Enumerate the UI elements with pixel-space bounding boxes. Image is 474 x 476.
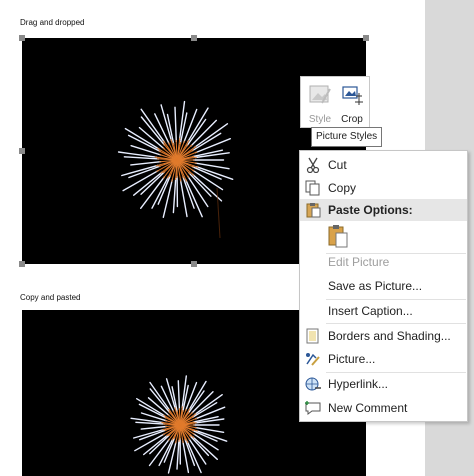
caption-copy-and-pasted: Copy and pasted bbox=[20, 293, 81, 302]
resize-handle-bottom-middle[interactable] bbox=[191, 261, 197, 267]
crop-button[interactable]: Crop bbox=[337, 81, 367, 125]
context-menu: Cut Copy Paste Options: Edit Picture Sav… bbox=[299, 150, 468, 422]
cut-label: Cut bbox=[328, 158, 347, 172]
insert-caption-label: Insert Caption... bbox=[328, 304, 413, 318]
edit-picture-label: Edit Picture bbox=[328, 255, 390, 269]
paste-options-header: Paste Options: bbox=[300, 199, 467, 221]
firework-streak bbox=[190, 119, 217, 147]
menu-item-borders-and-shading[interactable]: Borders and Shading... bbox=[300, 325, 467, 347]
menu-item-save-as-picture[interactable]: Save as Picture... bbox=[300, 275, 467, 297]
firework-streak bbox=[138, 126, 165, 150]
resize-handle-top-right[interactable] bbox=[363, 35, 369, 41]
menu-item-copy[interactable]: Copy bbox=[300, 177, 467, 199]
resize-handle-bottom-left[interactable] bbox=[19, 261, 25, 267]
borders-and-shading-label: Borders and Shading... bbox=[328, 329, 451, 343]
firework-streak bbox=[174, 106, 178, 143]
new-comment-icon bbox=[305, 401, 321, 415]
firework-streak bbox=[163, 437, 176, 463]
picture-styles-tooltip: Picture Styles bbox=[311, 127, 383, 147]
crop-label: Crop bbox=[341, 114, 363, 125]
hyperlink-globe-icon bbox=[305, 377, 321, 391]
menu-item-new-comment[interactable]: New Comment bbox=[300, 397, 467, 419]
firework-streak bbox=[130, 161, 162, 166]
hyperlink-label: Hyperlink... bbox=[328, 377, 389, 391]
save-as-picture-label: Save as Picture... bbox=[328, 279, 423, 293]
menu-item-hyperlink[interactable]: Hyperlink... bbox=[300, 373, 467, 395]
resize-handle-middle-left[interactable] bbox=[19, 148, 25, 154]
format-picture-icon bbox=[306, 353, 320, 366]
firework-streak bbox=[162, 179, 173, 218]
picture-label: Picture... bbox=[328, 352, 376, 366]
scissors-icon bbox=[306, 157, 320, 173]
paste-options-label: Paste Options: bbox=[328, 203, 413, 217]
menu-item-picture[interactable]: Picture... bbox=[300, 348, 467, 370]
resize-handle-top-left[interactable] bbox=[19, 35, 25, 41]
menu-item-insert-caption[interactable]: Insert Caption... bbox=[300, 300, 467, 322]
firework-streak bbox=[157, 174, 172, 205]
picture-style-icon bbox=[309, 85, 331, 104]
copy-icon bbox=[305, 180, 320, 196]
style-button[interactable]: Style bbox=[305, 81, 335, 125]
firework-streak bbox=[133, 171, 163, 196]
menu-item-edit-picture[interactable]: Edit Picture bbox=[300, 251, 467, 273]
copy-label: Copy bbox=[328, 181, 357, 195]
menu-item-cut[interactable]: Cut bbox=[300, 154, 467, 176]
paste-picture-button[interactable] bbox=[326, 223, 350, 249]
caption-drag-and-dropped: Drag and dropped bbox=[20, 18, 85, 27]
firework-streak bbox=[172, 177, 177, 214]
menu-separator bbox=[326, 323, 466, 324]
crop-icon bbox=[342, 86, 363, 105]
clipboard-icon bbox=[306, 203, 321, 218]
borders-icon bbox=[306, 328, 319, 344]
firework-streak bbox=[127, 134, 161, 153]
style-label: Style bbox=[308, 114, 332, 125]
firework-streak bbox=[176, 439, 180, 470]
firework-streak bbox=[177, 380, 181, 411]
new-comment-label: New Comment bbox=[328, 401, 408, 415]
paste-clipboard-icon bbox=[328, 225, 348, 248]
firework-streak bbox=[140, 425, 168, 430]
resize-handle-top-middle[interactable] bbox=[191, 35, 197, 41]
mini-toolbar: Style Crop bbox=[300, 76, 370, 128]
firework-streak bbox=[190, 391, 214, 415]
